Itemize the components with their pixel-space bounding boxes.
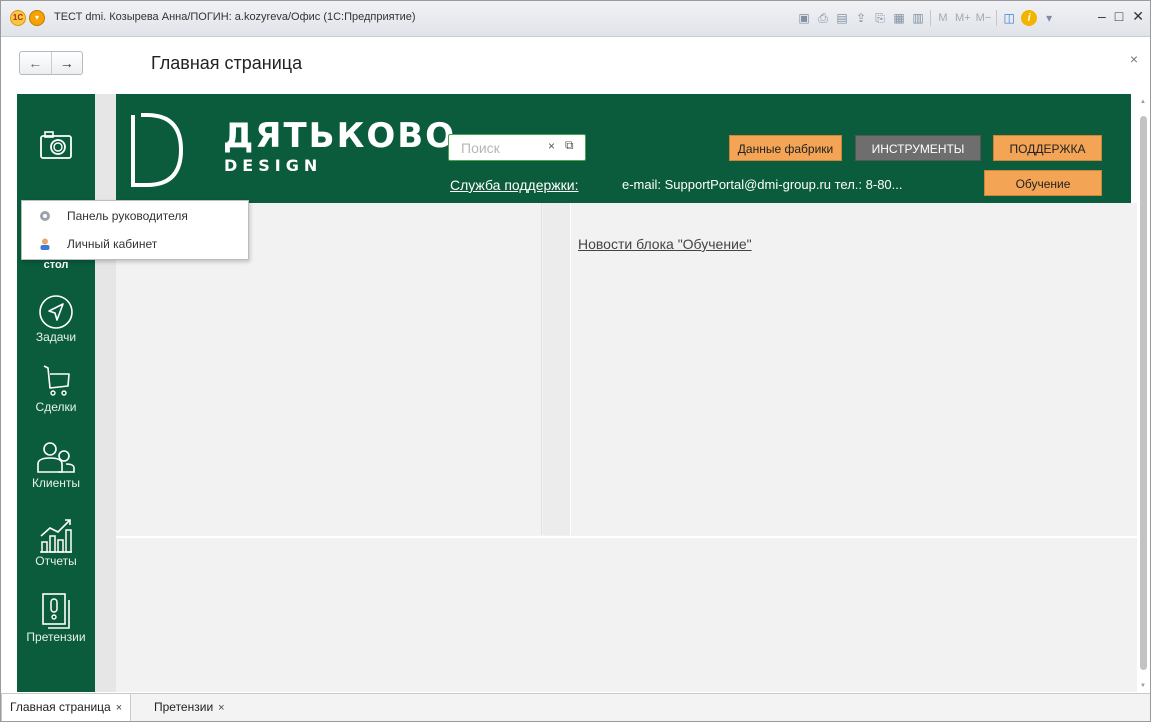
- info-icon[interactable]: i: [1021, 10, 1038, 26]
- support-contacts: e-mail: SupportPortal@dmi-group.ru тел.:…: [622, 177, 903, 192]
- preview-icon[interactable]: ▤: [835, 10, 849, 26]
- save-icon[interactable]: ▣: [797, 10, 811, 26]
- news-panel: Новости блока "Обучение": [572, 203, 1140, 535]
- training-button[interactable]: Обучение: [984, 170, 1102, 196]
- attach-icon[interactable]: ⇪: [854, 10, 868, 26]
- calendar-icon[interactable]: ▥: [911, 10, 925, 26]
- menu-item-label: Личный кабинет: [67, 237, 158, 251]
- sidebar: Задачи Сделки Клиенты Отчеты Претензии: [17, 94, 95, 692]
- brand-logo-icon: [131, 113, 184, 187]
- calculator-icon[interactable]: ▦: [892, 10, 906, 26]
- panels-icon[interactable]: ◫: [1002, 10, 1016, 26]
- close-tab-icon[interactable]: ×: [116, 702, 122, 714]
- close-window-icon[interactable]: ✕: [1132, 8, 1144, 25]
- sidebar-item-label: Претензии: [26, 630, 86, 644]
- tab-claims[interactable]: Претензии ×: [146, 694, 233, 721]
- toolbar-divider: [930, 10, 931, 26]
- main-content: Новости блока "Обучение": [116, 203, 1140, 692]
- sidebar-item-deals[interactable]: Сделки: [17, 362, 95, 414]
- forward-button[interactable]: →: [50, 52, 83, 74]
- search-field: × ⧉: [448, 134, 586, 161]
- close-tab-icon[interactable]: ×: [218, 702, 224, 714]
- person-icon: [40, 238, 50, 250]
- info-dropdown-icon[interactable]: ▾: [1042, 10, 1056, 26]
- print-setup-icon[interactable]: ⎘: [873, 10, 887, 26]
- menu-item-manager-panel[interactable]: Панель руководителя: [22, 202, 248, 230]
- search-input[interactable]: [449, 135, 544, 160]
- panel-splitter[interactable]: [543, 203, 571, 535]
- chart-icon: [40, 519, 72, 553]
- clear-icon[interactable]: ×: [548, 139, 555, 153]
- factory-data-button[interactable]: Данные фабрики: [729, 135, 842, 161]
- sidebar-item-label: Задачи: [35, 330, 77, 344]
- support-button[interactable]: ПОДДЕРЖКА: [993, 135, 1102, 161]
- tab-main-page[interactable]: Главная страница ×: [1, 694, 132, 721]
- memory-minus-button[interactable]: M−: [976, 10, 992, 26]
- scroll-down-icon[interactable]: ▼: [1140, 683, 1146, 689]
- window-title: ТЕСТ dmi. Козырева Анна/ПОГИН: a.kozyrev…: [54, 11, 416, 23]
- title-toolbar: ▣ ⎙ ▤ ⇪ ⎘ ▦ ▥ M M+ M− ◫ i ▾: [797, 10, 1056, 26]
- 1c-logo-icon: 1С: [10, 10, 26, 26]
- history-buttons: ← →: [19, 51, 83, 75]
- sidebar-item-label: Сделки: [35, 400, 77, 414]
- toolbar-divider: [996, 10, 998, 26]
- support-service-link[interactable]: Служба поддержки:: [450, 177, 579, 193]
- page-title: Главная страница: [151, 53, 303, 73]
- users-icon: [37, 442, 75, 473]
- scroll-up-icon[interactable]: ▲: [1140, 99, 1146, 105]
- scroll-thumb[interactable]: [1140, 116, 1147, 670]
- sidebar-item-tasks[interactable]: Задачи: [17, 294, 95, 344]
- memory-plus-button[interactable]: M+: [955, 10, 971, 26]
- main-menu-button[interactable]: ▾: [29, 10, 45, 26]
- maximize-icon[interactable]: □: [1115, 8, 1123, 25]
- app-window: 1С ▾ ТЕСТ dmi. Козырева Анна/ПОГИН: a.ko…: [0, 0, 1151, 722]
- nav-bar: ← → Главная страница ×: [1, 37, 1150, 93]
- close-page-button[interactable]: ×: [1130, 51, 1138, 67]
- menu-item-personal-account[interactable]: Личный кабинет: [22, 230, 248, 258]
- desktop-label: стол: [43, 259, 69, 271]
- minimize-icon[interactable]: –: [1098, 8, 1106, 25]
- brand-name: ДЯТЬКОВО: [223, 116, 457, 156]
- window-controls: – □ ✕: [1098, 8, 1144, 25]
- tab-label: Главная страница: [10, 700, 111, 714]
- tab-label: Претензии: [154, 700, 214, 714]
- gear-icon: [40, 211, 50, 221]
- portal-header: ДЯТЬКОВО DESIGN × ⧉ Данные фабрики ИНСТР…: [116, 94, 1131, 203]
- open-windows-tabbar: Главная страница × Претензии ×: [1, 693, 1150, 721]
- training-news-link[interactable]: Новости блока "Обучение": [578, 236, 752, 252]
- cart-icon: [43, 365, 70, 396]
- vertical-scrollbar[interactable]: ▲ ▼: [1137, 94, 1150, 692]
- sidebar-item-claims[interactable]: Претензии: [17, 590, 95, 644]
- document-alert-icon: [42, 593, 70, 629]
- bottom-panel: [116, 538, 1140, 692]
- sidebar-item-reports[interactable]: Отчеты: [17, 516, 95, 568]
- desktop-dropdown-menu: Панель руководителя Личный кабинет: [21, 200, 249, 260]
- sidebar-gutter: [95, 94, 116, 692]
- tools-button[interactable]: ИНСТРУМЕНТЫ: [855, 135, 981, 161]
- print-icon[interactable]: ⎙: [816, 10, 830, 26]
- menu-item-label: Панель руководителя: [67, 209, 188, 223]
- brand-subtitle: DESIGN: [224, 156, 323, 175]
- camera-button[interactable]: [17, 130, 95, 160]
- title-bar: 1С ▾ ТЕСТ dmi. Козырева Анна/ПОГИН: a.ko…: [1, 1, 1150, 37]
- open-window-icon[interactable]: ⧉: [565, 138, 574, 153]
- sidebar-item-label: Клиенты: [31, 476, 81, 490]
- memory-m-button[interactable]: M: [936, 10, 950, 26]
- back-button[interactable]: ←: [20, 52, 51, 74]
- send-icon: [39, 295, 73, 329]
- sidebar-item-label: Отчеты: [35, 554, 77, 568]
- camera-icon: [40, 131, 72, 159]
- sidebar-item-clients[interactable]: Клиенты: [17, 440, 95, 490]
